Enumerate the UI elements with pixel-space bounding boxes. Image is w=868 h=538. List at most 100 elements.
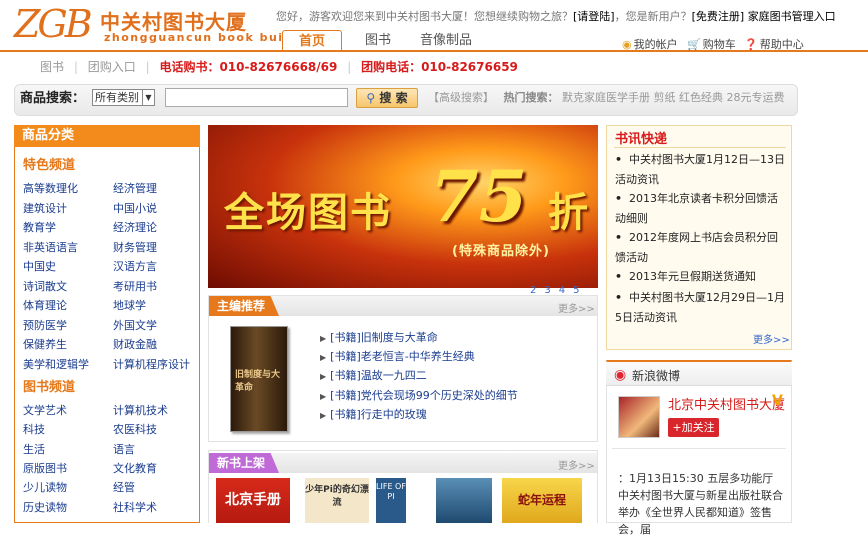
category-link[interactable]: 诗词散文 — [23, 278, 67, 294]
news-more-link[interactable]: 更多>> — [753, 331, 790, 346]
new-book-cover[interactable]: 少年Pi的奇幻漂流 — [305, 478, 369, 523]
news-item[interactable]: • 2013年元旦假期送货通知 — [615, 267, 785, 287]
pick-item[interactable]: ▶ [书籍]温故一九四二 — [320, 367, 427, 383]
subnav-group-buy[interactable]: 团购入口 — [88, 60, 136, 74]
category-link[interactable]: 计算机技术 — [113, 402, 168, 418]
new-books-more-link[interactable]: 更多>> — [558, 457, 595, 472]
home-library-link[interactable]: 家庭图书管理入口 — [748, 10, 836, 23]
featured-book-cover[interactable]: 旧制度与大革命 — [230, 326, 288, 432]
category-link[interactable]: 高等数理化 — [23, 180, 78, 196]
tab-home[interactable]: 首页 — [282, 30, 342, 51]
cart-link[interactable]: 🛒 购物车 — [687, 36, 736, 52]
category-link[interactable]: 经管 — [113, 479, 135, 495]
banner-subtitle: (特殊商品除外) — [452, 244, 550, 259]
welcome-bar: 您好，游客欢迎您来到中关村图书大厦！您想继续购物之旅？[请登陆]，您是新用户？[… — [276, 8, 836, 24]
cart-icon: 🛒 — [687, 38, 701, 51]
category-link[interactable]: 汉语方言 — [113, 258, 157, 274]
category-link[interactable]: 历史读物 — [23, 499, 67, 515]
editor-picks-more-link[interactable]: 更多>> — [558, 300, 595, 315]
category-link[interactable]: 经济理论 — [113, 219, 157, 235]
pick-item-label: [书籍]旧制度与大革命 — [330, 331, 438, 344]
tab-books[interactable]: 图书 — [354, 30, 402, 51]
category-link[interactable]: 建筑设计 — [23, 200, 67, 216]
weibo-divider — [612, 448, 786, 449]
news-item-label: 中关村图书大厦1月12日—13日活动资讯 — [615, 153, 785, 186]
tab-audio-video[interactable]: 音像制品 — [414, 30, 478, 51]
category-link[interactable]: 财务管理 — [113, 239, 157, 255]
category-link[interactable]: 体育理论 — [23, 297, 67, 313]
advanced-search-link[interactable]: 【高级搜索】 — [428, 91, 494, 104]
category-select[interactable]: 所有类别 ▼ — [92, 89, 155, 106]
new-books-title: 新书上架 — [209, 453, 280, 473]
bullet-icon: • — [615, 291, 623, 304]
category-link[interactable]: 地球学 — [113, 297, 146, 313]
category-link[interactable]: 保健养生 — [23, 336, 67, 352]
triangle-bullet-icon: ▶ — [320, 411, 327, 420]
register-link[interactable]: [免费注册] — [692, 10, 745, 23]
category-link[interactable]: 原版图书 — [23, 460, 67, 476]
category-link[interactable]: 中国小说 — [113, 200, 157, 216]
account-link[interactable]: ◉ 我的帐户 — [622, 36, 678, 52]
chevron-down-icon[interactable]: ▼ — [142, 90, 154, 105]
category-link[interactable]: 预防医学 — [23, 317, 67, 333]
category-link[interactable]: 少儿读物 — [23, 479, 67, 495]
cart-label: 购物车 — [702, 38, 736, 51]
header-divider — [0, 50, 868, 52]
search-icon: ⚲ — [366, 91, 376, 105]
verified-icon: V — [772, 393, 783, 409]
new-book-cover[interactable]: LIFE OF PI — [376, 478, 406, 523]
category-link[interactable]: 中国史 — [23, 258, 56, 274]
search-button[interactable]: ⚲ 搜 索 — [356, 88, 418, 108]
pick-item[interactable]: ▶ [书籍]行走中的玫瑰 — [320, 406, 427, 422]
news-item[interactable]: • 2013年北京读者卡积分回馈活动细则 — [615, 189, 785, 229]
category-link[interactable]: 农医科技 — [113, 421, 157, 437]
new-book-cover[interactable]: 蛇年运程 — [502, 478, 582, 523]
subnav-books[interactable]: 图书 — [40, 60, 64, 74]
category-link[interactable]: 外国文学 — [113, 317, 157, 333]
hot-term[interactable]: 红色经典 — [679, 91, 723, 104]
search-input[interactable] — [165, 88, 348, 107]
news-item[interactable]: • 中关村图书大厦1月12日—13日活动资讯 — [615, 150, 785, 190]
category-link[interactable]: 美学和逻辑学 — [23, 356, 89, 372]
category-link[interactable]: 教育学 — [23, 219, 56, 235]
category-link[interactable]: 文化教育 — [113, 460, 157, 476]
weibo-logo-icon: ◉ — [614, 367, 627, 383]
hot-term[interactable]: 28元专运费 — [727, 91, 785, 104]
account-label: 我的帐户 — [633, 38, 678, 51]
pick-item[interactable]: ▶ [书籍]党代会现场99个历史深处的细节 — [320, 387, 518, 403]
category-link[interactable]: 财政金融 — [113, 336, 157, 352]
category-link[interactable]: 非英语语言 — [23, 239, 78, 255]
category-link[interactable]: 计算机程序设计 — [113, 356, 190, 372]
category-link[interactable]: 经济管理 — [113, 180, 157, 196]
pick-item-label: [书籍]老老恒言-中华养生经典 — [330, 350, 475, 363]
avatar[interactable] — [618, 396, 660, 438]
help-link[interactable]: ❓ 帮助中心 — [744, 36, 804, 52]
category-link[interactable]: 语言 — [113, 441, 135, 457]
pick-item[interactable]: ▶ [书籍]旧制度与大革命 — [320, 329, 438, 345]
news-item[interactable]: • 中关村图书大厦12月29日—1月5日活动资讯 — [615, 288, 785, 328]
category-link[interactable]: 考研用书 — [113, 278, 157, 294]
hot-term[interactable]: 剪纸 — [654, 91, 676, 104]
follow-button[interactable]: +加关注 — [668, 418, 719, 437]
news-divider — [614, 147, 786, 148]
triangle-bullet-icon: ▶ — [320, 372, 327, 381]
pick-item[interactable]: ▶ [书籍]老老恒言-中华养生经典 — [320, 348, 475, 364]
category-link[interactable]: 文学艺术 — [23, 402, 67, 418]
sub-navigation: 图书 | 团购入口 | 电话购书：010-82676668/69 | 团购电话：… — [14, 54, 867, 80]
login-link[interactable]: [请登陆] — [573, 10, 615, 23]
category-panel-title: 商品分类 — [14, 125, 200, 147]
triangle-bullet-icon: ▶ — [320, 353, 327, 362]
new-book-cover[interactable]: 北京手册 — [216, 478, 290, 523]
logo-mark[interactable]: ZGB — [14, 4, 93, 44]
category-link[interactable]: 生活 — [23, 441, 45, 457]
featured-channel-title: 特色频道 — [23, 158, 76, 173]
category-link[interactable]: 社科学术 — [113, 499, 157, 515]
search-button-label: 搜 索 — [379, 91, 408, 105]
triangle-bullet-icon: ▶ — [320, 334, 327, 343]
news-item[interactable]: • 2012年度网上书店会员积分回馈活动 — [615, 228, 785, 268]
new-book-cover-photo[interactable] — [436, 478, 492, 523]
category-link[interactable]: 科技 — [23, 421, 45, 437]
book-channel-title: 图书频道 — [23, 380, 76, 395]
weibo-account-name[interactable]: 北京中关村图书大厦 — [668, 394, 785, 413]
hot-term[interactable]: 默克家庭医学手册 — [562, 91, 650, 104]
